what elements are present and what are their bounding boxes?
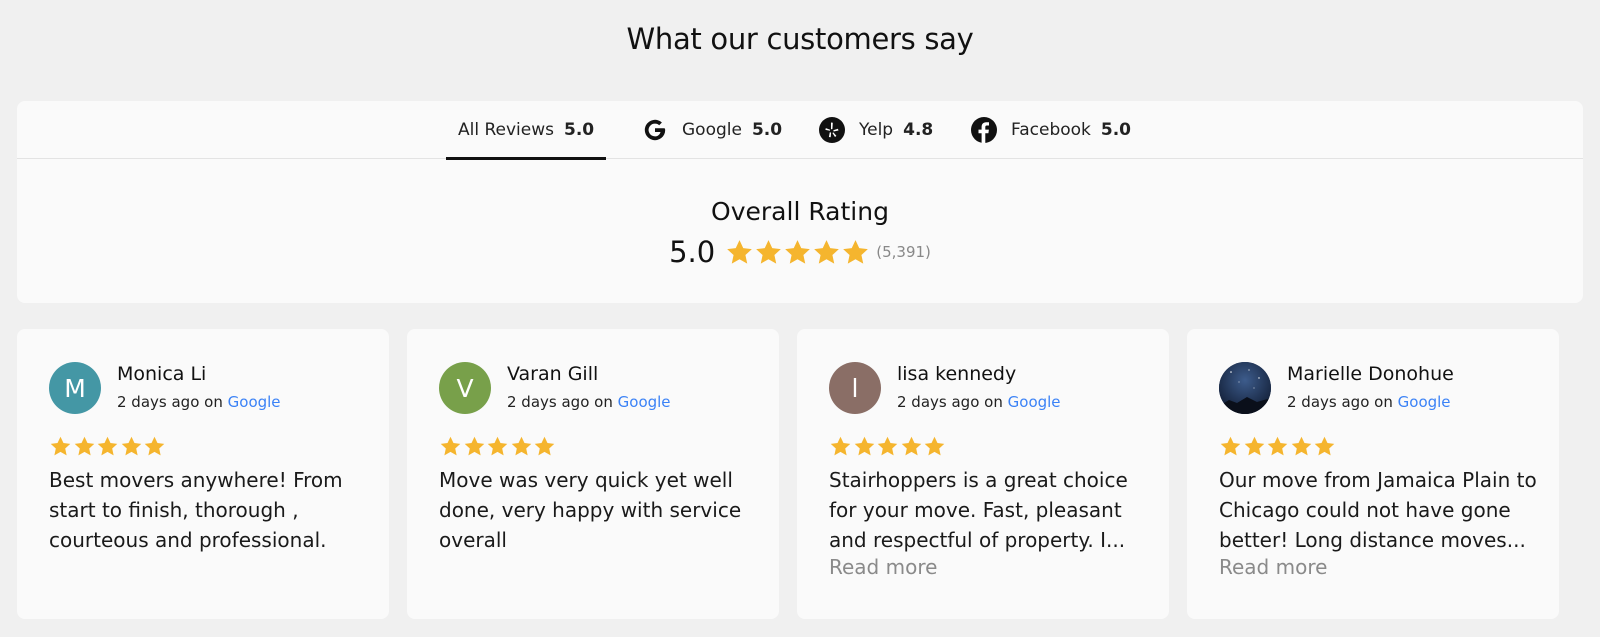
review-meta: 2 days ago on Google [117,393,281,411]
tab-label: Yelp [859,120,894,140]
review-time: 2 days ago [1287,393,1370,411]
review-source-link[interactable]: Google [1398,393,1451,411]
star-icon [1220,436,1241,456]
star-icon [854,436,874,456]
tab-yelp[interactable]: Yelp 4.8 [819,101,933,159]
review-source-link[interactable]: Google [1008,393,1061,411]
star-icon [97,436,118,456]
review-text: Stairhoppers is a great choice for your … [829,468,1128,552]
overall-rating-row: 5.0 (5,391) [17,235,1583,269]
tab-label: Google [682,120,742,140]
google-icon [642,117,668,143]
reviewer-name: Varan Gill [507,363,599,385]
star-icon [924,436,945,456]
star-icon [144,436,165,456]
star-icon [814,239,840,264]
rating-summary-panel: All Reviews 5.0 Google 5.0 Yelp 4.8 Face… [17,101,1583,303]
review-text: Move was very quick yet well done, very … [439,468,742,552]
review-time: 2 days ago [117,393,200,411]
review-on: on [594,393,613,411]
read-more-link[interactable]: Read more [1219,555,1327,579]
review-card: V Varan Gill 2 days ago on Google Move w… [407,329,779,619]
star-icon [50,436,71,456]
review-card: M Monica Li 2 days ago on Google Best mo… [17,329,389,619]
star-icon [901,436,921,456]
star-icon [727,239,753,264]
star-icon [1291,436,1311,456]
review-card: Marielle Donohue 2 days ago on Google Ou… [1187,329,1559,619]
review-on: on [1374,393,1393,411]
overall-stars [725,238,870,267]
overall-rating-title: Overall Rating [711,197,889,226]
star-icon [1244,436,1264,456]
tab-score: 5.0 [1100,120,1132,140]
reviewer-name: lisa kennedy [897,363,1017,385]
avatar: M [49,362,101,414]
tab-label: Facebook [1011,120,1091,140]
night-sky-photo-icon [1219,362,1271,414]
star-icon [756,239,782,264]
star-icon [534,436,555,456]
review-stars [1219,435,1337,458]
yelp-icon [819,117,845,143]
review-stars [829,435,947,458]
tab-score: 5.0 [564,120,595,140]
star-icon [785,239,811,264]
facebook-icon [971,117,997,143]
review-source-link[interactable]: Google [228,393,281,411]
review-stars [49,435,167,458]
review-time: 2 days ago [897,393,980,411]
tab-google[interactable]: Google 5.0 [642,101,782,159]
avatar [1219,362,1271,414]
star-icon [1314,436,1335,456]
star-icon [511,436,531,456]
review-time: 2 days ago [507,393,590,411]
review-stars [439,435,557,458]
star-icon [440,436,461,456]
avatar: V [439,362,491,414]
page-title: What our customers say [626,22,974,56]
star-icon [1267,436,1288,456]
tab-score: 5.0 [751,120,783,140]
star-icon [121,436,141,456]
star-icon [830,436,851,456]
tab-all-reviews[interactable]: All Reviews 5.0 [445,101,607,160]
review-meta: 2 days ago on Google [897,393,1061,411]
review-source-link[interactable]: Google [618,393,671,411]
review-text: Our move from Jamaica Plain to Chicago c… [1219,468,1537,552]
review-text: Best movers anywhere! From start to fini… [49,468,343,552]
review-meta: 2 days ago on Google [507,393,671,411]
avatar: l [829,362,881,414]
overall-score: 5.0 [669,235,716,269]
star-icon [843,239,869,264]
star-icon [877,436,898,456]
review-meta: 2 days ago on Google [1287,393,1451,411]
tab-facebook[interactable]: Facebook 5.0 [971,101,1131,159]
review-on: on [984,393,1003,411]
tab-label: All Reviews [458,120,554,140]
reviewer-name: Marielle Donohue [1287,363,1454,385]
review-card: l lisa kennedy 2 days ago on Google Stai… [797,329,1169,619]
star-icon [487,436,508,456]
tab-score: 4.8 [903,120,934,140]
review-count: (5,391) [876,243,931,261]
reviewer-name: Monica Li [117,363,207,385]
review-cards: M Monica Li 2 days ago on Google Best mo… [17,329,1583,619]
star-icon [464,436,484,456]
review-source-tabs: All Reviews 5.0 Google 5.0 Yelp 4.8 Face… [17,101,1583,160]
review-on: on [204,393,223,411]
read-more-link[interactable]: Read more [829,555,937,579]
star-icon [74,436,94,456]
